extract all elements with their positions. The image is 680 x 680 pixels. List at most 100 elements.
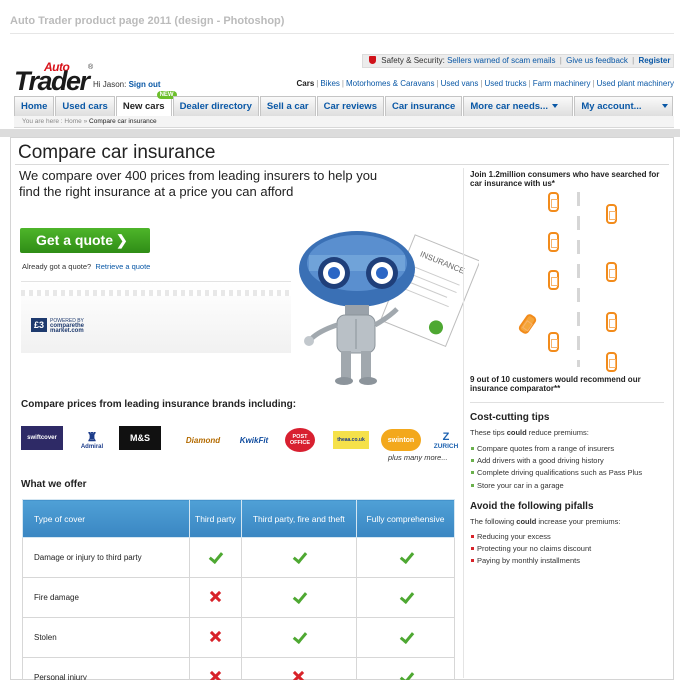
category-motorhomes[interactable]: Motorhomes & Caravans: [346, 79, 434, 88]
ctm-pound-badge: £3: [31, 318, 47, 332]
car-icon: [548, 192, 559, 212]
category-bikes[interactable]: Bikes: [320, 79, 340, 88]
get-a-quote-button[interactable]: Get a quote ❯: [20, 228, 150, 253]
chevron-down-icon: [662, 104, 668, 108]
admiral-logo: ♜ Admiral: [77, 426, 107, 454]
retrieve-quote-link[interactable]: Retrieve a quote: [95, 262, 150, 271]
car-icon: [548, 332, 559, 352]
list-item: Store your car in a garage: [470, 481, 666, 493]
user-greeting: Hi Jason: Sign out: [93, 80, 161, 89]
check-icon: [293, 591, 305, 603]
breadcrumb: You are here : Home » Compare car insura…: [14, 116, 674, 128]
scam-warning-link[interactable]: Sellers warned of scam emails: [447, 56, 555, 65]
nav-home[interactable]: Home: [14, 96, 55, 116]
brands-heading: Compare prices from leading insurance br…: [21, 399, 297, 410]
decorative-edge: [21, 290, 291, 296]
cover-type-label: Damage or injury to third party: [22, 537, 190, 578]
nav-sell-a-car-label: Sell a car: [266, 101, 309, 112]
hero-panel: £3 POWERED BY comparethe market.com: [21, 281, 291, 353]
autotrader-logo[interactable]: Auto Trader ®: [14, 60, 98, 96]
list-item: Compare quotes from a range of insurers: [470, 444, 666, 456]
car-icon: [606, 262, 617, 282]
category-farm-machinery[interactable]: Farm machinery: [533, 79, 591, 88]
breadcrumb-home[interactable]: Home: [64, 118, 81, 125]
recommend-text: 9 out of 10 customers would recommend ou…: [470, 375, 641, 393]
check-icon: [400, 591, 412, 603]
cover-cell: [189, 657, 242, 680]
offer-heading: What we offer: [21, 479, 87, 490]
chevron-down-icon: [551, 104, 558, 108]
cover-cell: [240, 617, 358, 658]
admiral-crest-icon: ♜: [86, 430, 98, 444]
lane-marking: [577, 192, 580, 367]
signout-link[interactable]: Sign out: [129, 80, 161, 89]
tips-sub-pre: These tips: [470, 428, 505, 437]
top-divider: [10, 33, 674, 34]
design-title: Auto Trader product page 2011 (design - …: [10, 15, 285, 27]
column-header-comprehensive: Fully comprehensive: [356, 499, 455, 538]
check-icon: [293, 631, 305, 643]
category-used-trucks[interactable]: Used trucks: [484, 79, 526, 88]
pitfalls-sub-bold: could: [516, 517, 537, 526]
table-row: Damage or injury to third party: [22, 537, 455, 578]
table-row: Stolen: [22, 617, 455, 658]
chevron-right-icon: ❯: [116, 232, 128, 248]
category-used-vans[interactable]: Used vans: [441, 79, 479, 88]
cover-cell: [356, 657, 455, 680]
logo-trader: Trader: [14, 66, 90, 96]
swiftcover-logo: swiftcover: [21, 426, 63, 450]
zurich-logo: Z ZURICH: [431, 426, 461, 454]
intro-text: We compare over 400 prices from leading …: [19, 168, 378, 199]
nav-car-reviews[interactable]: Car reviews: [316, 96, 384, 116]
nav-used-cars[interactable]: Used cars: [55, 96, 115, 116]
cover-type-label: Stolen: [22, 617, 190, 658]
tips-sub-bold: could: [506, 428, 527, 437]
column-header-third-party: Third party: [189, 499, 242, 538]
nav-car-insurance[interactable]: Car insurance: [384, 96, 463, 116]
cover-cell: [240, 577, 358, 618]
table-row: Fire damage: [22, 577, 455, 618]
nav-new-cars[interactable]: New cars NEW: [115, 91, 177, 116]
ctm-text: POWERED BY comparethe market.com: [50, 319, 84, 335]
kwikfit-logo: KwikFit: [239, 435, 269, 445]
list-item: Complete driving qualifications such as …: [470, 468, 666, 480]
cover-cell: [240, 537, 358, 578]
cover-cell: [189, 617, 242, 658]
car-icon: [548, 232, 559, 252]
car-icon: [517, 312, 538, 336]
post-office-logo: POST OFFICE: [285, 428, 315, 452]
nav-more-car-needs[interactable]: More car needs...: [463, 96, 574, 116]
category-cars[interactable]: Cars: [296, 79, 314, 88]
feedback-link[interactable]: Give us feedback: [566, 56, 628, 65]
pitfalls-sub-pre: The following: [470, 517, 515, 526]
list-item: Paying by monthly installments: [470, 556, 666, 568]
safety-label: Safety & Security:: [381, 56, 445, 65]
nav-my-account[interactable]: My account...: [574, 96, 673, 116]
nav-home-label: Home: [21, 101, 48, 112]
category-used-plant[interactable]: Used plant machinery: [597, 79, 674, 88]
check-icon: [400, 671, 412, 680]
comparethemarket-logo: £3 POWERED BY comparethe market.com: [31, 318, 101, 335]
register-link[interactable]: Register: [638, 56, 670, 65]
separator: |: [559, 56, 562, 65]
check-icon: [209, 551, 221, 563]
breadcrumb-separator: »: [83, 118, 88, 125]
tips-list: Compare quotes from a range of insurers A…: [470, 444, 666, 493]
nav-more-car-needs-label: More car needs...: [470, 101, 548, 112]
nav-new-cars-label: New cars: [122, 101, 165, 112]
nav-dealer-directory[interactable]: Dealer directory: [172, 96, 259, 116]
cover-type-label: Fire damage: [22, 577, 190, 618]
zurich-text: ZURICH: [433, 442, 459, 450]
join-consumers-text: Join 1.2million consumers who have searc…: [470, 170, 660, 188]
greeting-text: Hi Jason:: [93, 80, 127, 89]
header-divider-band: [0, 129, 680, 137]
tips-subheading: These tips could reduce premiums:: [470, 428, 589, 437]
admiral-text: Admiral: [80, 444, 104, 450]
sidebar-divider: [470, 402, 664, 403]
check-icon: [400, 551, 412, 563]
car-icon: [606, 312, 617, 332]
check-icon: [400, 631, 412, 643]
main-nav: Home Used cars New cars NEW Dealer direct…: [14, 91, 674, 116]
cover-cell: [356, 577, 455, 618]
nav-sell-a-car[interactable]: Sell a car: [259, 96, 316, 116]
